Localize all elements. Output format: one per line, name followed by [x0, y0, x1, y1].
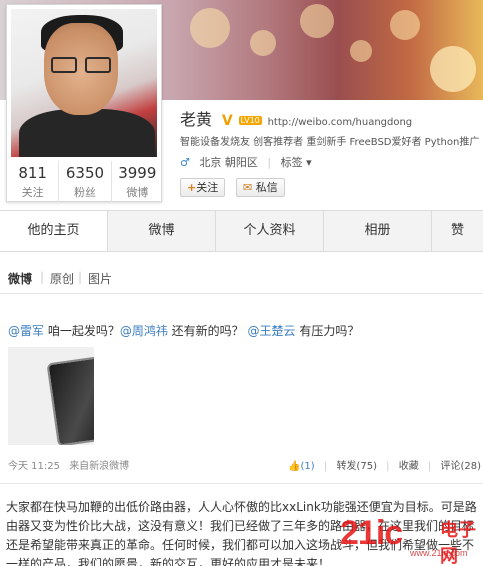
stat-following[interactable]: 811 关注: [7, 161, 60, 203]
repost-button[interactable]: 转发(75): [336, 461, 377, 472]
post-text-segment: 还有新的吗？: [167, 324, 248, 338]
stat-followers-value: 6350: [65, 164, 105, 182]
stat-followers[interactable]: 6350 粉丝: [59, 161, 112, 203]
tab-weibo[interactable]: 微博: [108, 211, 216, 251]
site-watermark: 21ic 电子网 www.21ic.com: [300, 512, 483, 566]
feed-subnav: 微博 | 原创 | 图片: [0, 262, 483, 294]
tab-likes[interactable]: 赞: [432, 211, 483, 251]
phone-image: [46, 355, 94, 445]
plus-icon: +: [187, 181, 197, 194]
profile-stats: 811 关注 6350 粉丝 3999 微博: [7, 161, 163, 203]
profile-meta: ♂ 北京 朝阳区 | 标签 ▾: [180, 154, 312, 170]
watermark-url: www.21ic.com: [410, 548, 468, 558]
tag-label: 标签: [280, 156, 303, 169]
stat-posts[interactable]: 3999 微博: [112, 161, 163, 203]
mention-link[interactable]: @周鸿祎: [120, 324, 168, 338]
post-source[interactable]: 来自新浪微博: [69, 461, 129, 472]
tab-home[interactable]: 他的主页: [0, 211, 108, 251]
follow-label: 关注: [196, 181, 219, 194]
profile-card: 811 关注 6350 粉丝 3999 微博: [6, 4, 163, 203]
verified-icon[interactable]: V: [222, 113, 233, 129]
post-time[interactable]: 今天 11:25: [8, 461, 60, 472]
post-footer: 今天 11:25 来自新浪微博 👍(1) | 转发(75) | 收藏 | 评论(…: [8, 457, 483, 473]
stat-posts-label: 微博: [126, 186, 149, 199]
message-label: 私信: [255, 181, 278, 194]
post-text-segment: 有压力吗？: [295, 324, 360, 338]
male-icon: ♂: [180, 156, 190, 169]
tab-album[interactable]: 相册: [324, 211, 432, 251]
watermark-brand-cn: 电子网: [440, 520, 476, 566]
thumbs-up-icon: 👍: [288, 461, 301, 472]
message-button[interactable]: ✉ 私信: [236, 178, 285, 197]
post-divider: [0, 483, 483, 484]
level-badge[interactable]: LV10: [238, 116, 262, 125]
profile-tabs: 他的主页 微博 个人资料 相册 赞: [0, 210, 483, 252]
stat-following-label: 关注: [21, 186, 44, 199]
mention-link[interactable]: @雷军: [8, 324, 44, 338]
post-image-thumbnail[interactable]: [8, 347, 94, 445]
subnav-separator: |: [78, 270, 83, 284]
like-count: (1): [300, 461, 315, 472]
stat-following-value: 811: [18, 164, 47, 182]
homepage-link[interactable]: http://weibo.com/huangdong: [268, 117, 413, 128]
post-actions: 👍(1) | 转发(75) | 收藏 | 评论(28): [288, 461, 481, 472]
profile-name: 老黄: [180, 110, 213, 129]
mention-link[interactable]: @王楚云: [248, 324, 296, 338]
follow-button[interactable]: +关注: [180, 178, 226, 197]
stat-followers-label: 粉丝: [73, 186, 96, 199]
stat-posts-value: 3999: [118, 164, 157, 182]
avatar[interactable]: [11, 9, 157, 157]
subnav-separator: |: [40, 270, 45, 284]
profile-intro: 智能设备发烧友 创客推荐者 重剑新手 FreeBSD爱好者 Python推广者: [180, 137, 480, 148]
tab-profile[interactable]: 个人资料: [216, 211, 324, 251]
post-text: @雷军 咱一起发吗？@周鸿祎 还有新的吗？ @王楚云 有压力吗？: [8, 322, 359, 339]
mail-icon: ✉: [243, 181, 253, 194]
like-button[interactable]: 👍(1): [288, 461, 315, 472]
location-text: 北京 朝阳区: [199, 156, 258, 169]
favorite-button[interactable]: 收藏: [399, 461, 419, 472]
subnav-images[interactable]: 图片: [88, 270, 112, 287]
chevron-down-icon: ▾: [306, 156, 312, 169]
subnav-original[interactable]: 原创: [50, 270, 74, 287]
meta-separator: |: [267, 156, 272, 169]
subnav-weibo[interactable]: 微博: [8, 270, 32, 287]
comment-button[interactable]: 评论(28): [440, 461, 481, 472]
watermark-brand: 21ic: [340, 514, 403, 552]
profile-name-row: 老黄 V LV10 http://weibo.com/huangdong: [180, 106, 413, 129]
post-text-segment: 咱一起发吗？: [44, 324, 120, 338]
tag-dropdown[interactable]: 标签 ▾: [281, 156, 312, 169]
